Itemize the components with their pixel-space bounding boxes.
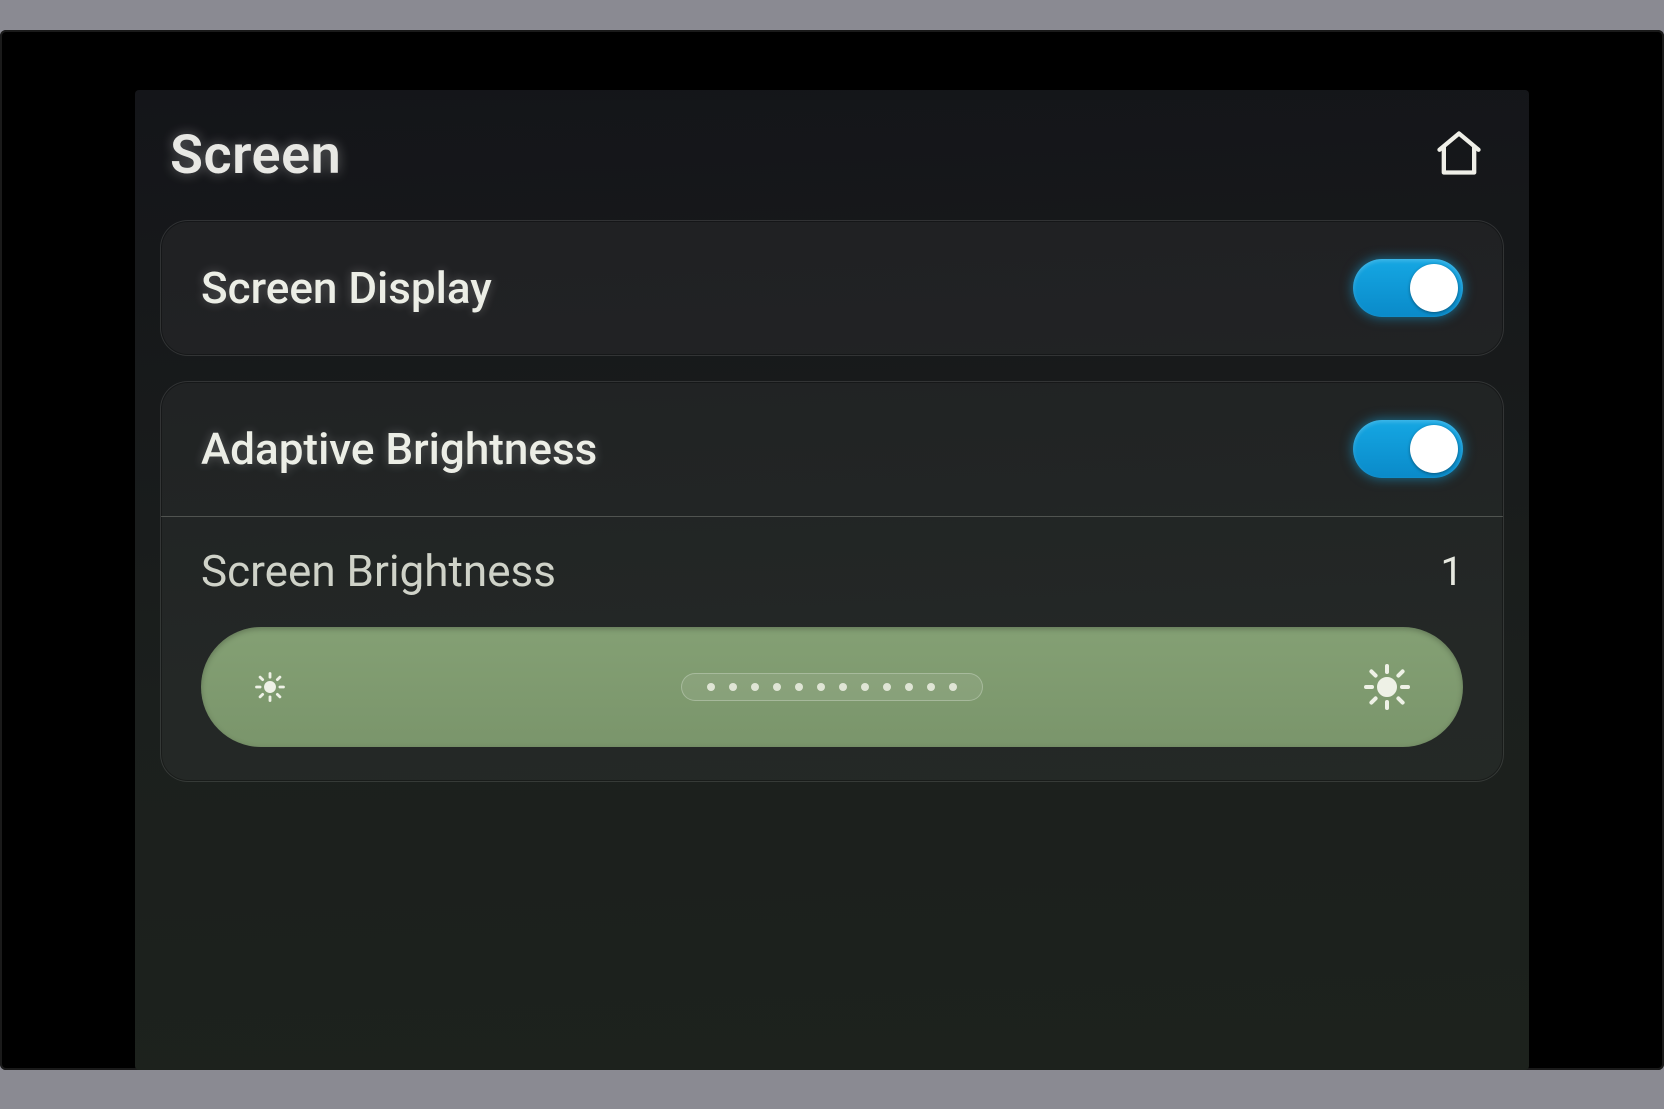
home-icon [1433,127,1485,183]
home-button[interactable] [1429,125,1489,185]
page-title: Screen [170,124,341,187]
brightness-slider[interactable] [201,627,1463,747]
handle-dot [839,683,847,691]
handle-dot [707,683,715,691]
slider-drag-handle[interactable] [681,673,983,701]
settings-screen: Screen Screen Display [135,90,1529,1070]
handle-dot [861,683,869,691]
handle-dot [949,683,957,691]
handle-dot [773,683,781,691]
handle-dot [927,683,935,691]
screen-display-card: Screen Display [160,220,1504,356]
screen-brightness-row: Screen Brightness 1 [161,517,1503,615]
toggle-knob [1410,264,1458,312]
brightness-low-icon[interactable] [253,670,287,704]
screen-brightness-label: Screen Brightness [201,545,556,597]
adaptive-brightness-toggle[interactable] [1353,420,1463,478]
adaptive-brightness-row[interactable]: Adaptive Brightness [161,382,1503,516]
device-bezel: Screen Screen Display [0,30,1664,1070]
handle-dot [729,683,737,691]
brightness-card: Adaptive Brightness Screen Brightness 1 [160,381,1504,782]
brightness-slider-wrap [161,615,1503,781]
screen-display-label: Screen Display [201,262,492,314]
screen-display-row[interactable]: Screen Display [161,221,1503,355]
handle-dot [817,683,825,691]
header-bar: Screen [135,90,1529,220]
screen-brightness-value: 1 [1441,548,1463,595]
handle-dot [795,683,803,691]
screen-display-toggle[interactable] [1353,259,1463,317]
brightness-high-icon[interactable] [1363,663,1411,711]
handle-dot [883,683,891,691]
adaptive-brightness-label: Adaptive Brightness [201,423,597,475]
toggle-knob [1410,425,1458,473]
handle-dot [751,683,759,691]
handle-dot [905,683,913,691]
